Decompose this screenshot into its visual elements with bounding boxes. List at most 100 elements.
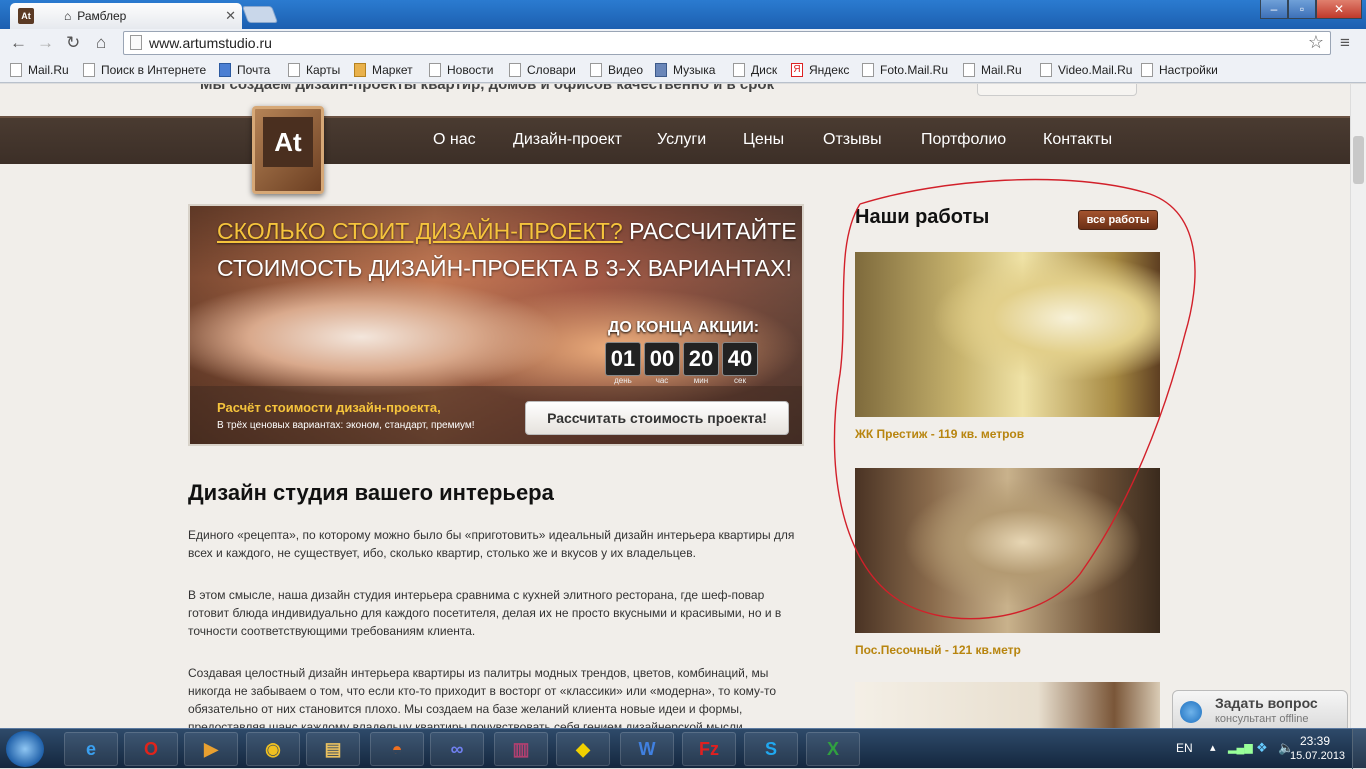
new-tab-button[interactable] bbox=[241, 6, 279, 23]
bookmark-item[interactable]: Поиск в Интернете bbox=[83, 63, 206, 77]
yandex-icon: Я bbox=[791, 63, 803, 77]
bookmark-item[interactable]: Я Яндекс bbox=[791, 63, 849, 77]
browser-tab-strip: At ⌂ Рамблер ✕ – ▫ ✕ bbox=[0, 0, 1366, 29]
header-search-box[interactable] bbox=[977, 84, 1137, 96]
promo-banner[interactable]: СКОЛЬКО СТОИТ ДИЗАЙН-ПРОЕКТ? РАССЧИТАЙТЕ… bbox=[188, 204, 804, 446]
bookmark-item[interactable]: Настройки bbox=[1141, 63, 1218, 77]
bookmark-item[interactable]: Mail.Ru bbox=[963, 63, 1022, 77]
bookmark-item[interactable]: Mail.Ru bbox=[10, 63, 69, 77]
nav-link-design-project[interactable]: Дизайн-проект bbox=[513, 131, 622, 149]
skype-icon[interactable]: S bbox=[744, 732, 798, 766]
dropbox-icon[interactable]: ❖ bbox=[1256, 740, 1268, 756]
page-icon bbox=[1040, 63, 1052, 77]
address-text: www.artumstudio.ru bbox=[149, 35, 272, 51]
bookmark-star-icon[interactable]: ☆ bbox=[1308, 32, 1324, 53]
language-indicator[interactable]: EN bbox=[1176, 741, 1193, 755]
bookmarks-bar: Mail.Ru Поиск в Интернете Почта Карты Ма… bbox=[0, 59, 1366, 83]
work-caption[interactable]: Пос.Песочный - 121 кв.метр bbox=[855, 643, 1160, 657]
word-icon[interactable]: W bbox=[620, 732, 674, 766]
tray-arrow-icon[interactable]: ▴ bbox=[1210, 741, 1216, 754]
reload-icon[interactable]: ↻ bbox=[66, 33, 80, 53]
back-icon[interactable]: ← bbox=[10, 33, 27, 53]
bookmark-item[interactable]: Музыка bbox=[655, 63, 715, 77]
countdown-seconds-label: сек bbox=[734, 376, 746, 385]
page-scrollbar[interactable] bbox=[1350, 84, 1366, 728]
chrome-icon[interactable]: ◉ bbox=[246, 732, 300, 766]
batman-icon[interactable]: ◆ bbox=[556, 732, 610, 766]
page-icon bbox=[509, 63, 521, 77]
filezilla-icon[interactable]: Fz bbox=[682, 732, 736, 766]
explorer-icon[interactable]: ▤ bbox=[306, 732, 360, 766]
work-item[interactable] bbox=[855, 682, 1160, 728]
winrar-icon[interactable]: ▥ bbox=[494, 732, 548, 766]
tab-title: Рамблер bbox=[77, 9, 127, 23]
media-player-icon[interactable]: ▶ bbox=[184, 732, 238, 766]
nav-link-services[interactable]: Услуги bbox=[657, 131, 706, 149]
countdown-minutes: 20 bbox=[683, 342, 719, 376]
clock-time[interactable]: 23:39 bbox=[1300, 734, 1330, 748]
minimize-button[interactable]: – bbox=[1260, 0, 1288, 19]
home-icon: ⌂ bbox=[64, 9, 72, 23]
page-icon bbox=[83, 63, 95, 77]
bookmark-item[interactable]: Новости bbox=[429, 63, 493, 77]
tab-close-icon[interactable]: ✕ bbox=[225, 8, 236, 24]
firefox-icon[interactable]: ◓ bbox=[370, 732, 424, 766]
start-orb-icon[interactable] bbox=[6, 731, 44, 767]
red-annotation-circle bbox=[833, 178, 1196, 620]
tagline-text: Мы создаем дизайн-проекты квартир, домов… bbox=[200, 84, 775, 93]
chrome-menu-icon[interactable]: ≡ bbox=[1340, 33, 1350, 53]
page-icon bbox=[429, 63, 441, 77]
bookmark-item[interactable]: Маркет bbox=[354, 63, 413, 77]
intro-paragraph-2: В этом смысле, наша дизайн студия интерь… bbox=[188, 588, 782, 638]
clock-date[interactable]: 15.07.2013 bbox=[1290, 750, 1345, 762]
countdown-hours-label: час bbox=[655, 376, 669, 385]
ask-title: Задать вопрос bbox=[1215, 695, 1318, 711]
calculate-cost-button[interactable]: Рассчитать стоимость проекта! bbox=[525, 401, 789, 435]
music-icon bbox=[655, 63, 667, 77]
work-photo[interactable] bbox=[855, 682, 1160, 728]
banner-headline-line2: СТОИМОСТЬ ДИЗАЙН-ПРОЕКТА В 3-Х ВАРИАНТАХ… bbox=[217, 255, 792, 281]
nav-link-portfolio[interactable]: Портфолио bbox=[921, 131, 1006, 149]
show-desktop-button[interactable] bbox=[1352, 729, 1366, 769]
nav-link-about[interactable]: О нас bbox=[433, 131, 476, 149]
ie-icon[interactable]: e bbox=[64, 732, 118, 766]
nav-link-reviews[interactable]: Отзывы bbox=[823, 131, 882, 149]
bookmark-item[interactable]: Карты bbox=[288, 63, 340, 77]
countdown-days: 01 bbox=[605, 342, 641, 376]
windows-taskbar: e O ▶ ◉ ▤ ◓ ∞ ▥ ◆ W Fz S X EN ▴ ▂▄▆ ❖ 🔈 … bbox=[0, 728, 1366, 769]
home-icon[interactable]: ⌂ bbox=[96, 33, 106, 53]
browser-tab-active[interactable]: At ⌂ Рамблер ✕ bbox=[10, 3, 242, 29]
bookmark-item[interactable]: Видео bbox=[590, 63, 643, 77]
page-icon bbox=[130, 35, 142, 50]
page-heading: Дизайн студия вашего интерьера bbox=[188, 480, 554, 505]
forward-icon[interactable]: → bbox=[37, 33, 54, 53]
close-window-button[interactable]: ✕ bbox=[1316, 0, 1362, 19]
page-icon bbox=[10, 63, 22, 77]
bookmark-item[interactable]: Video.Mail.Ru bbox=[1040, 63, 1132, 77]
maximize-button[interactable]: ▫ bbox=[1288, 0, 1316, 19]
excel-icon[interactable]: X bbox=[806, 732, 860, 766]
countdown-seconds: 40 bbox=[722, 342, 758, 376]
page-icon bbox=[733, 63, 745, 77]
bookmark-item[interactable]: Словари bbox=[509, 63, 576, 77]
infinity-icon[interactable]: ∞ bbox=[430, 732, 484, 766]
scrollbar-thumb[interactable] bbox=[1353, 136, 1364, 184]
site-logo[interactable]: At bbox=[252, 106, 324, 194]
network-icon[interactable]: ▂▄▆ bbox=[1228, 741, 1253, 754]
chat-icon bbox=[1180, 701, 1202, 723]
bookmark-item[interactable]: Диск bbox=[733, 63, 777, 77]
bookmark-item[interactable]: Foto.Mail.Ru bbox=[862, 63, 948, 77]
nav-link-prices[interactable]: Цены bbox=[743, 131, 784, 149]
ask-subtitle: консультант offline bbox=[1215, 713, 1309, 725]
page-icon bbox=[963, 63, 975, 77]
opera-icon[interactable]: O bbox=[124, 732, 178, 766]
nav-link-contacts[interactable]: Контакты bbox=[1043, 131, 1112, 149]
address-bar[interactable]: www.artumstudio.ru ☆ bbox=[123, 31, 1331, 55]
calc-title: Расчёт стоимости дизайн-проекта, bbox=[217, 400, 441, 415]
logo-text: At bbox=[263, 117, 313, 167]
page-icon bbox=[590, 63, 602, 77]
ask-question-widget[interactable]: Задать вопрос консультант offline bbox=[1172, 690, 1348, 728]
bookmark-item[interactable]: Почта bbox=[219, 63, 270, 77]
calc-subtitle: В трёх ценовых вариантах: эконом, станда… bbox=[217, 420, 475, 431]
tab-favicon-icon: At bbox=[18, 8, 34, 24]
